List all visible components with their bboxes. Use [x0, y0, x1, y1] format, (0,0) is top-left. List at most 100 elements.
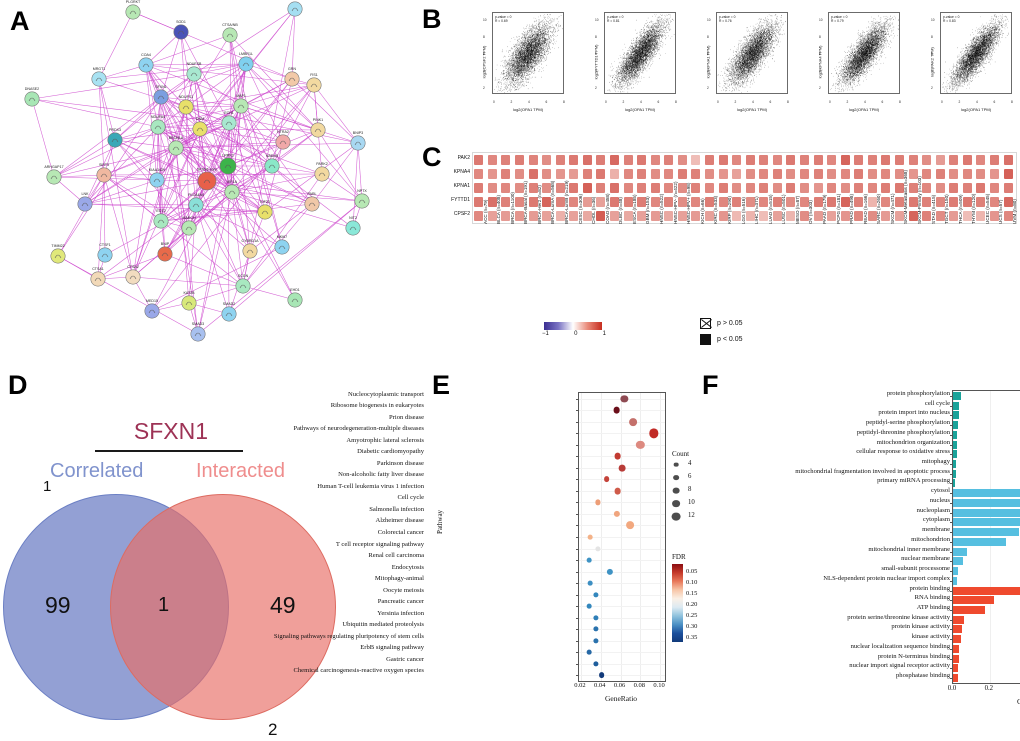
heatmap-cell[interactable] [596, 154, 606, 166]
heatmap-cell[interactable] [596, 182, 606, 194]
network-node[interactable]: SLC25A46 [286, 0, 304, 17]
e-bubble[interactable] [603, 476, 610, 483]
heatmap-cell[interactable] [569, 168, 579, 180]
heatmap-cell[interactable] [1003, 182, 1013, 194]
heatmap-cell[interactable] [881, 154, 891, 166]
network-node[interactable]: NDUFS1 [178, 95, 194, 115]
heatmap-cell[interactable] [813, 182, 823, 194]
heatmap-cell[interactable] [582, 182, 592, 194]
f-bar[interactable] [953, 411, 959, 420]
heatmap-cell[interactable] [867, 154, 877, 166]
network-node[interactable]: PRDX3 [107, 128, 123, 148]
e-bubble[interactable] [636, 440, 645, 449]
f-bar[interactable] [953, 567, 959, 576]
heatmap-cell[interactable] [718, 154, 728, 166]
heatmap-cell[interactable] [935, 168, 945, 180]
heatmap-cell[interactable] [555, 168, 565, 180]
heatmap-cell[interactable] [623, 182, 633, 194]
network-node[interactable]: LMBR1L [238, 52, 254, 72]
network-node[interactable]: CTSA/NB [222, 23, 238, 43]
network-node[interactable]: TIMM22 [50, 244, 66, 264]
network-node[interactable]: KAT2B [181, 291, 197, 311]
f-bar[interactable] [953, 586, 1020, 595]
heatmap-cell[interactable] [935, 154, 945, 166]
heatmap-cell[interactable] [990, 168, 1000, 180]
heatmap-cell[interactable] [962, 154, 972, 166]
heatmap-cell[interactable] [949, 196, 959, 208]
heatmap-cell[interactable] [732, 168, 742, 180]
heatmap-cell[interactable] [609, 154, 619, 166]
e-bubble[interactable] [595, 545, 601, 552]
heatmap-cell[interactable] [759, 154, 769, 166]
f-bar[interactable] [953, 537, 1007, 546]
network-node[interactable]: SCGN [235, 274, 251, 294]
f-bar[interactable] [953, 664, 958, 673]
f-bar[interactable] [953, 576, 957, 585]
network-node[interactable]: ECT2 [153, 209, 169, 229]
heatmap-cell[interactable] [664, 182, 674, 194]
e-bubble[interactable] [614, 452, 621, 460]
heatmap-cell[interactable] [895, 154, 905, 166]
f-bar[interactable] [953, 518, 1020, 527]
network-node[interactable]: NIT2 [345, 216, 361, 236]
e-bubble[interactable] [606, 568, 613, 575]
e-bubble[interactable] [586, 649, 592, 655]
network-node[interactable]: SOD1 [173, 20, 189, 40]
heatmap-cell[interactable] [786, 168, 796, 180]
f-bar[interactable] [953, 430, 958, 439]
f-bar[interactable] [953, 489, 1020, 498]
f-bar[interactable] [953, 528, 1020, 537]
network-node[interactable]: CTSA1 [90, 267, 106, 287]
heatmap-cell[interactable] [759, 210, 769, 222]
heatmap-cell[interactable] [569, 196, 579, 208]
heatmap-cell[interactable] [501, 168, 511, 180]
heatmap-cell[interactable] [501, 182, 511, 194]
e-bubble[interactable] [587, 534, 593, 540]
heatmap-cell[interactable] [827, 182, 837, 194]
heatmap-cell[interactable] [637, 154, 647, 166]
network-node[interactable]: CYBRD1A [242, 239, 260, 259]
heatmap-cell[interactable] [786, 182, 796, 194]
heatmap-cell[interactable] [840, 168, 850, 180]
network-node[interactable]: MKI67 [274, 235, 290, 255]
f-bar[interactable] [953, 635, 962, 644]
heatmap-cell[interactable] [840, 182, 850, 194]
heatmap-cell[interactable] [474, 196, 484, 208]
heatmap-cell[interactable] [677, 168, 687, 180]
heatmap-cell[interactable] [732, 154, 742, 166]
heatmap-cell[interactable] [474, 182, 484, 194]
e-bubble[interactable] [586, 603, 592, 609]
network-node[interactable]: SFXN1 [153, 85, 169, 105]
heatmap-cell[interactable] [827, 210, 837, 222]
heatmap-cell[interactable] [514, 154, 524, 166]
heatmap-cell[interactable] [623, 154, 633, 166]
heatmap-cell[interactable] [677, 154, 687, 166]
network-node[interactable]: FIS1 [306, 73, 322, 93]
heatmap-cell[interactable] [650, 154, 660, 166]
heatmap-cell[interactable] [745, 168, 755, 180]
f-bar[interactable] [953, 469, 956, 478]
heatmap-cell[interactable] [800, 168, 809, 180]
network-node[interactable]: MARCH [181, 216, 197, 236]
heatmap-cell[interactable] [854, 154, 864, 166]
heatmap-cell[interactable] [596, 168, 606, 180]
heatmap-cell[interactable] [650, 168, 660, 180]
heatmap-cell[interactable] [854, 182, 864, 194]
e-bubble[interactable] [595, 499, 601, 506]
heatmap-cell[interactable] [813, 154, 823, 166]
heatmap-cell[interactable] [827, 196, 837, 208]
heatmap-cell[interactable] [732, 182, 742, 194]
heatmap-cell[interactable] [664, 196, 674, 208]
network-node[interactable]: DNASE2 [24, 87, 40, 107]
heatmap-cell[interactable] [487, 154, 497, 166]
heatmap-cell[interactable] [813, 168, 823, 180]
heatmap-cell[interactable] [637, 182, 647, 194]
f-bar[interactable] [953, 450, 957, 459]
heatmap-cell[interactable] [501, 210, 511, 222]
heatmap-cell[interactable] [718, 168, 728, 180]
heatmap-cell[interactable] [949, 154, 959, 166]
heatmap-cell[interactable] [949, 182, 959, 194]
heatmap-cell[interactable] [759, 182, 769, 194]
heatmap-cell[interactable] [976, 182, 986, 194]
heatmap-cell[interactable] [854, 210, 864, 222]
